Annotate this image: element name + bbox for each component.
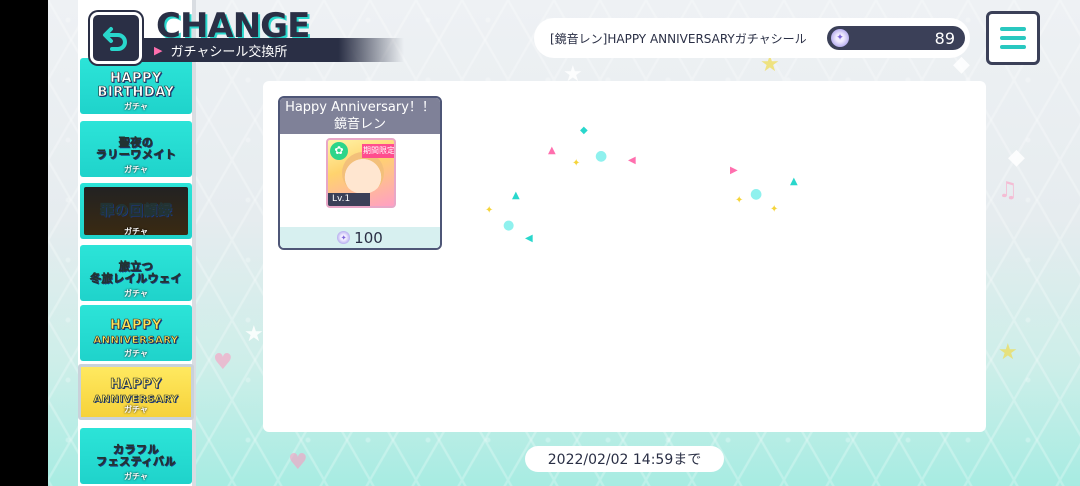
gacha-banner-tag: ガチャ — [124, 404, 148, 414]
gacha-banner-colorful-festival[interactable]: カラフル フェスティバル ガチャ — [80, 428, 192, 484]
gacha-banner-len-anniversary-selected[interactable]: HAPPY ANNIVERSARY ガチャ — [78, 364, 194, 420]
exchange-deadline: 2022/02/02 14:59まで — [525, 446, 724, 472]
back-arrow-icon — [103, 27, 127, 51]
gacha-sticker-coin-icon: ✦ — [831, 29, 849, 47]
page-subtitle-bar: ▶ ガチャシール交換所 — [142, 38, 404, 62]
sparkle-decoration: ▲ — [512, 190, 520, 201]
gacha-banner-line2: ANNIVERSARY — [93, 335, 179, 346]
gacha-banner-sin-memoir[interactable]: 罪の回顧録 ガチャ — [80, 183, 192, 239]
gacha-banner-line2: フェスティバル — [96, 455, 176, 468]
gacha-banner-birthday[interactable]: HAPPY BIRTHDAY ガチャ — [80, 58, 192, 114]
item-title: Happy Anniversary！！ 鏡音レン — [280, 98, 440, 134]
sparkle-decoration: ✦ — [735, 195, 744, 206]
gacha-banner-line2: ANNIVERSARY — [93, 394, 179, 405]
gacha-banner-line2: 回顧録 — [128, 202, 173, 219]
page-subtitle: ガチャシール交換所 — [170, 44, 288, 60]
sparkle-decoration: ✦ — [572, 158, 581, 169]
currency-label: [鏡音レン]HAPPY ANNIVERSARYガチャシール — [550, 31, 807, 46]
back-button[interactable] — [90, 12, 142, 64]
sparkle-decoration: ◀ — [628, 155, 636, 166]
hamburger-menu-icon — [1000, 45, 1026, 49]
sparkle-decoration: ▲ — [548, 145, 556, 156]
gacha-banner-tag: ガチャ — [124, 348, 148, 358]
hamburger-menu-icon — [1000, 27, 1026, 31]
item-title-line2: 鏡音レン — [333, 117, 386, 132]
exchange-item-card[interactable]: Happy Anniversary！！ 鏡音レン ✿ 期間限定 Lv.1 ✦ 1… — [278, 96, 442, 250]
menu-button[interactable] — [986, 11, 1040, 65]
item-image-area: ✿ 期間限定 Lv.1 — [280, 134, 440, 227]
sprout-icon: ✿ — [330, 142, 348, 160]
gacha-banner-tag: ガチャ — [124, 101, 148, 111]
note-decoration: ♫ — [998, 178, 1018, 203]
item-price-value: 100 — [354, 228, 383, 247]
gacha-banner-line2: BIRTHDAY — [97, 85, 175, 100]
diamond-decoration: ◆ — [1008, 145, 1025, 170]
sparkle-decoration: ✦ — [485, 205, 494, 216]
character-sticker-image: ✿ 期間限定 Lv.1 — [326, 138, 396, 208]
sparkle-decoration: ● — [750, 186, 763, 202]
currency-count-box: ✦ 89 — [827, 26, 965, 50]
heart-decoration: ♥ — [213, 350, 233, 375]
level-label: Lv.1 — [328, 193, 370, 206]
item-price: ✦ 100 — [280, 227, 440, 248]
sparkle-decoration: ● — [503, 218, 515, 233]
sparkle-decoration: ▲ — [790, 176, 798, 187]
gacha-banner-winter-railway[interactable]: 旅立つ 冬旅レイルウェイ ガチャ — [80, 245, 192, 301]
heart-decoration: ♥ — [288, 450, 308, 475]
gacha-sticker-coin-icon: ✦ — [337, 231, 351, 244]
gacha-banner-christmas[interactable]: 聖夜の ラリーワメイト ガチャ — [80, 121, 192, 177]
hamburger-menu-icon — [1000, 36, 1026, 40]
gacha-banner-line1: HAPPY — [110, 318, 162, 334]
star-decoration: ★ — [998, 340, 1018, 365]
sparkle-decoration: ✦ — [770, 204, 779, 215]
sparkle-decoration: ◆ — [580, 125, 588, 136]
limited-badge: 期間限定 — [362, 144, 394, 158]
gacha-banner-tag: ガチャ — [124, 164, 148, 174]
gacha-banner-rin-anniversary[interactable]: HAPPY ANNIVERSARY ガチャ — [80, 305, 192, 361]
gacha-banner-tag: ガチャ — [124, 226, 148, 236]
gacha-banner-line1: HAPPY — [110, 377, 162, 393]
star-decoration: ★ — [244, 322, 264, 347]
gacha-banner-line2: ラリーワメイト — [95, 148, 177, 161]
sparkle-decoration: ◀ — [525, 233, 533, 244]
gacha-banner-line1: 罪の — [99, 202, 129, 219]
item-title-line1: Happy Anniversary！！ — [285, 100, 435, 115]
sparkle-decoration: ▶ — [730, 165, 738, 176]
triangle-right-icon: ▶ — [154, 43, 163, 57]
gacha-banner-tag: ガチャ — [124, 471, 148, 481]
sparkle-decoration: ● — [595, 148, 608, 164]
gacha-banner-tag: ガチャ — [124, 288, 148, 298]
gacha-banner-line2: 冬旅レイルウェイ — [90, 272, 182, 285]
currency-count: 89 — [934, 28, 955, 48]
character-portrait — [342, 152, 384, 194]
